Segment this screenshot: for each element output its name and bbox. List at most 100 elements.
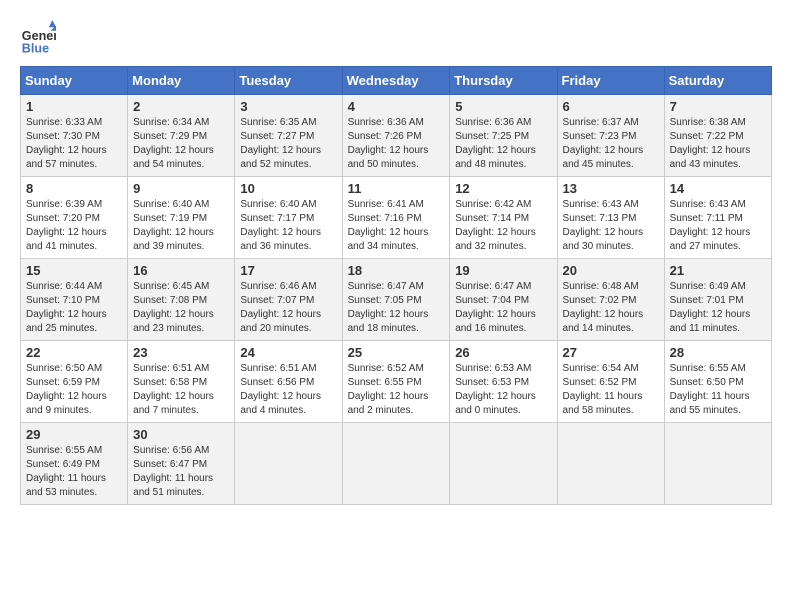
table-row: 8 Sunrise: 6:39 AMSunset: 7:20 PMDayligh… — [21, 177, 128, 259]
table-row: 17 Sunrise: 6:46 AMSunset: 7:07 PMDaylig… — [235, 259, 342, 341]
day-info: Sunrise: 6:46 AMSunset: 7:07 PMDaylight:… — [240, 281, 321, 334]
col-wednesday: Wednesday — [342, 67, 450, 95]
table-row: 18 Sunrise: 6:47 AMSunset: 7:05 PMDaylig… — [342, 259, 450, 341]
day-info: Sunrise: 6:43 AMSunset: 7:11 PMDaylight:… — [670, 199, 751, 252]
day-info: Sunrise: 6:54 AMSunset: 6:52 PMDaylight:… — [563, 363, 643, 416]
day-number: 25 — [348, 345, 445, 360]
day-info: Sunrise: 6:55 AMSunset: 6:50 PMDaylight:… — [670, 363, 750, 416]
day-number: 19 — [455, 263, 551, 278]
day-number: 4 — [348, 99, 445, 114]
table-row: 3 Sunrise: 6:35 AMSunset: 7:27 PMDayligh… — [235, 95, 342, 177]
day-number: 17 — [240, 263, 336, 278]
table-row: 11 Sunrise: 6:41 AMSunset: 7:16 PMDaylig… — [342, 177, 450, 259]
day-number: 2 — [133, 99, 229, 114]
day-info: Sunrise: 6:43 AMSunset: 7:13 PMDaylight:… — [563, 199, 644, 252]
day-number: 7 — [670, 99, 766, 114]
day-number: 30 — [133, 427, 229, 442]
day-number: 21 — [670, 263, 766, 278]
table-row — [450, 423, 557, 505]
day-info: Sunrise: 6:41 AMSunset: 7:16 PMDaylight:… — [348, 199, 429, 252]
day-info: Sunrise: 6:35 AMSunset: 7:27 PMDaylight:… — [240, 117, 321, 170]
day-number: 3 — [240, 99, 336, 114]
day-info: Sunrise: 6:38 AMSunset: 7:22 PMDaylight:… — [670, 117, 751, 170]
day-info: Sunrise: 6:34 AMSunset: 7:29 PMDaylight:… — [133, 117, 214, 170]
table-row: 21 Sunrise: 6:49 AMSunset: 7:01 PMDaylig… — [664, 259, 771, 341]
table-row: 4 Sunrise: 6:36 AMSunset: 7:26 PMDayligh… — [342, 95, 450, 177]
day-number: 28 — [670, 345, 766, 360]
col-tuesday: Tuesday — [235, 67, 342, 95]
col-saturday: Saturday — [664, 67, 771, 95]
day-number: 5 — [455, 99, 551, 114]
day-number: 14 — [670, 181, 766, 196]
day-number: 10 — [240, 181, 336, 196]
day-number: 20 — [563, 263, 659, 278]
day-number: 22 — [26, 345, 122, 360]
table-row: 1 Sunrise: 6:33 AMSunset: 7:30 PMDayligh… — [21, 95, 128, 177]
logo: General Blue — [20, 20, 60, 56]
day-info: Sunrise: 6:56 AMSunset: 6:47 PMDaylight:… — [133, 445, 213, 498]
day-info: Sunrise: 6:55 AMSunset: 6:49 PMDaylight:… — [26, 445, 106, 498]
day-info: Sunrise: 6:40 AMSunset: 7:19 PMDaylight:… — [133, 199, 214, 252]
header: General Blue — [20, 20, 772, 56]
day-number: 16 — [133, 263, 229, 278]
table-row: 9 Sunrise: 6:40 AMSunset: 7:19 PMDayligh… — [128, 177, 235, 259]
col-thursday: Thursday — [450, 67, 557, 95]
table-row: 28 Sunrise: 6:55 AMSunset: 6:50 PMDaylig… — [664, 341, 771, 423]
day-number: 13 — [563, 181, 659, 196]
calendar-week-row: 1 Sunrise: 6:33 AMSunset: 7:30 PMDayligh… — [21, 95, 772, 177]
col-monday: Monday — [128, 67, 235, 95]
table-row: 22 Sunrise: 6:50 AMSunset: 6:59 PMDaylig… — [21, 341, 128, 423]
table-row — [342, 423, 450, 505]
table-row: 7 Sunrise: 6:38 AMSunset: 7:22 PMDayligh… — [664, 95, 771, 177]
day-info: Sunrise: 6:53 AMSunset: 6:53 PMDaylight:… — [455, 363, 536, 416]
day-number: 26 — [455, 345, 551, 360]
table-row: 5 Sunrise: 6:36 AMSunset: 7:25 PMDayligh… — [450, 95, 557, 177]
day-info: Sunrise: 6:51 AMSunset: 6:58 PMDaylight:… — [133, 363, 214, 416]
day-info: Sunrise: 6:36 AMSunset: 7:26 PMDaylight:… — [348, 117, 429, 170]
day-info: Sunrise: 6:39 AMSunset: 7:20 PMDaylight:… — [26, 199, 107, 252]
day-number: 12 — [455, 181, 551, 196]
day-number: 11 — [348, 181, 445, 196]
col-friday: Friday — [557, 67, 664, 95]
day-number: 27 — [563, 345, 659, 360]
table-row — [235, 423, 342, 505]
table-row: 26 Sunrise: 6:53 AMSunset: 6:53 PMDaylig… — [450, 341, 557, 423]
day-number: 9 — [133, 181, 229, 196]
day-info: Sunrise: 6:36 AMSunset: 7:25 PMDaylight:… — [455, 117, 536, 170]
day-info: Sunrise: 6:49 AMSunset: 7:01 PMDaylight:… — [670, 281, 751, 334]
day-info: Sunrise: 6:48 AMSunset: 7:02 PMDaylight:… — [563, 281, 644, 334]
day-number: 23 — [133, 345, 229, 360]
logo-icon: General Blue — [20, 20, 56, 56]
calendar-week-row: 29 Sunrise: 6:55 AMSunset: 6:49 PMDaylig… — [21, 423, 772, 505]
day-info: Sunrise: 6:51 AMSunset: 6:56 PMDaylight:… — [240, 363, 321, 416]
table-row: 19 Sunrise: 6:47 AMSunset: 7:04 PMDaylig… — [450, 259, 557, 341]
table-row: 16 Sunrise: 6:45 AMSunset: 7:08 PMDaylig… — [128, 259, 235, 341]
day-info: Sunrise: 6:45 AMSunset: 7:08 PMDaylight:… — [133, 281, 214, 334]
day-info: Sunrise: 6:33 AMSunset: 7:30 PMDaylight:… — [26, 117, 107, 170]
day-number: 24 — [240, 345, 336, 360]
day-info: Sunrise: 6:44 AMSunset: 7:10 PMDaylight:… — [26, 281, 107, 334]
table-row: 6 Sunrise: 6:37 AMSunset: 7:23 PMDayligh… — [557, 95, 664, 177]
table-row: 27 Sunrise: 6:54 AMSunset: 6:52 PMDaylig… — [557, 341, 664, 423]
table-row: 25 Sunrise: 6:52 AMSunset: 6:55 PMDaylig… — [342, 341, 450, 423]
calendar-week-row: 8 Sunrise: 6:39 AMSunset: 7:20 PMDayligh… — [21, 177, 772, 259]
table-row: 14 Sunrise: 6:43 AMSunset: 7:11 PMDaylig… — [664, 177, 771, 259]
table-row — [664, 423, 771, 505]
day-number: 6 — [563, 99, 659, 114]
day-info: Sunrise: 6:52 AMSunset: 6:55 PMDaylight:… — [348, 363, 429, 416]
calendar: Sunday Monday Tuesday Wednesday Thursday… — [20, 66, 772, 505]
day-info: Sunrise: 6:42 AMSunset: 7:14 PMDaylight:… — [455, 199, 536, 252]
day-info: Sunrise: 6:40 AMSunset: 7:17 PMDaylight:… — [240, 199, 321, 252]
svg-text:Blue: Blue — [22, 41, 49, 55]
table-row: 23 Sunrise: 6:51 AMSunset: 6:58 PMDaylig… — [128, 341, 235, 423]
table-row: 30 Sunrise: 6:56 AMSunset: 6:47 PMDaylig… — [128, 423, 235, 505]
table-row: 29 Sunrise: 6:55 AMSunset: 6:49 PMDaylig… — [21, 423, 128, 505]
table-row — [557, 423, 664, 505]
day-number: 1 — [26, 99, 122, 114]
day-info: Sunrise: 6:50 AMSunset: 6:59 PMDaylight:… — [26, 363, 107, 416]
calendar-week-row: 15 Sunrise: 6:44 AMSunset: 7:10 PMDaylig… — [21, 259, 772, 341]
calendar-header-row: Sunday Monday Tuesday Wednesday Thursday… — [21, 67, 772, 95]
table-row: 12 Sunrise: 6:42 AMSunset: 7:14 PMDaylig… — [450, 177, 557, 259]
day-number: 8 — [26, 181, 122, 196]
day-number: 29 — [26, 427, 122, 442]
